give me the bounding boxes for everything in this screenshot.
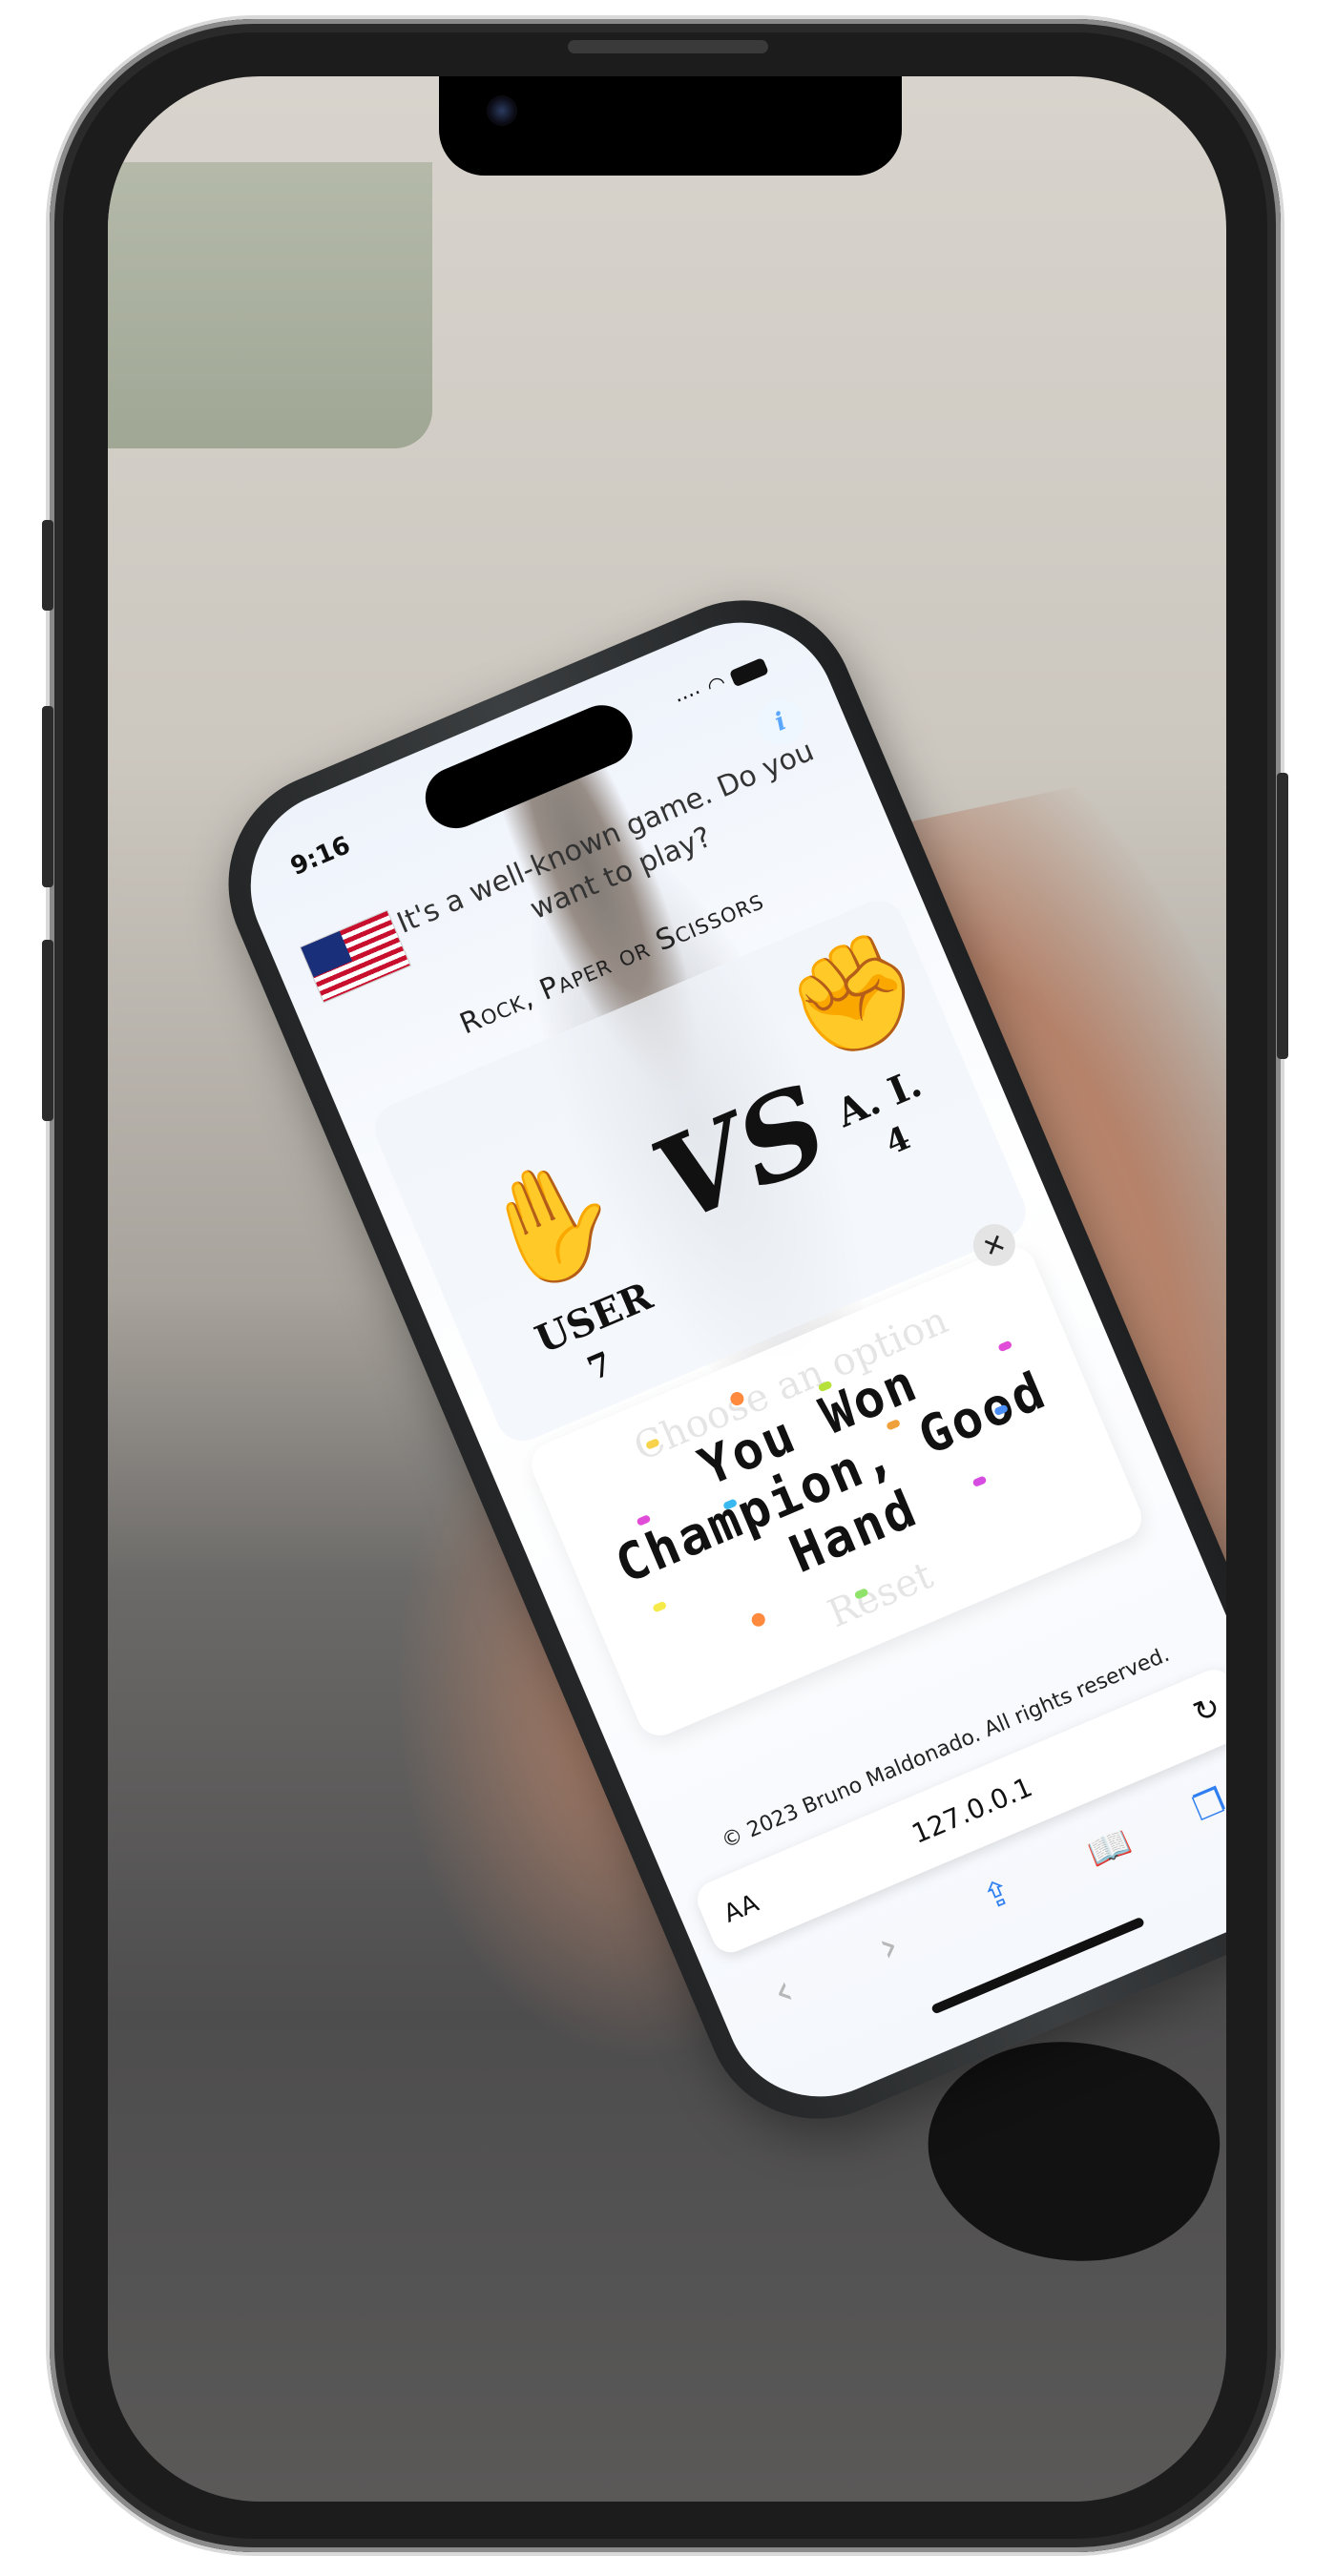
tabs-icon[interactable]: ❐	[1187, 1781, 1226, 1829]
ai-label: A. I.	[829, 1060, 929, 1136]
volume-up-button	[42, 706, 53, 887]
open-hand-icon: ✋	[460, 1134, 641, 1311]
status-time: 9:16	[286, 831, 355, 882]
user-score: 7	[582, 1344, 618, 1389]
flag-canton	[301, 930, 353, 978]
notch	[439, 76, 902, 176]
wifi-icon: ◠	[703, 671, 730, 700]
front-camera-icon	[487, 95, 517, 126]
fist-icon: ✊	[769, 915, 939, 1079]
back-icon[interactable]: ‹	[766, 1965, 801, 2017]
signal-icon: ····	[672, 680, 706, 714]
silent-switch	[42, 520, 53, 611]
speaker-grille	[568, 40, 768, 53]
vs-label: VS	[636, 1058, 846, 1250]
battery-icon	[728, 656, 769, 687]
status-icons: ···· ◠	[672, 654, 770, 714]
volume-down-button	[42, 940, 53, 1121]
photo-screen: 9:16 ···· ◠ i It's a well-known game. Do…	[108, 76, 1226, 2502]
share-icon[interactable]: ⇪	[977, 1871, 1019, 1919]
power-button	[1277, 773, 1288, 1059]
forward-icon[interactable]: ›	[871, 1921, 906, 1972]
background-object	[108, 162, 432, 448]
ai-score: 4	[880, 1118, 916, 1163]
bookmarks-icon[interactable]: 📖	[1082, 1821, 1137, 1875]
